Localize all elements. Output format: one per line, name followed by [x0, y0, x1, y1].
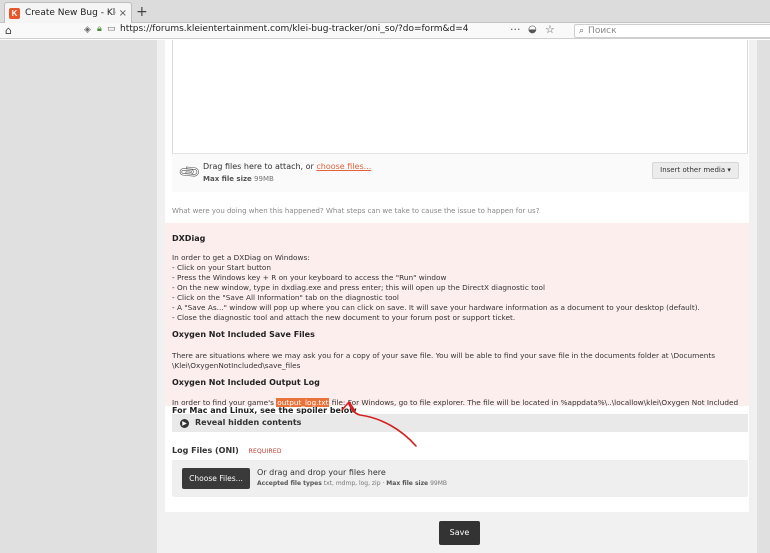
dxdiag-heading: DXDiag [172, 234, 206, 243]
content-column: 📎︎ Drag files here to attach, or choose … [157, 40, 757, 553]
bug-form: 📎︎ Drag files here to attach, or choose … [165, 40, 749, 512]
address-field[interactable]: https://forums.kleientertainment.com/kle… [120, 24, 469, 34]
insert-other-media-button[interactable]: Insert other media ▾ [652, 162, 739, 179]
choose-files-link[interactable]: choose files... [316, 162, 371, 171]
accepted-label: Accepted file types [257, 480, 322, 487]
accepted-file-types: Accepted file types txt, mdmp, log, zip … [257, 480, 447, 487]
tab-bar: K Create New Bug - Klei En × + [0, 0, 770, 23]
reveal-label: Reveal hidden contents [195, 418, 302, 427]
save-files-heading: Oxygen Not Included Save Files [172, 330, 315, 339]
log-files-label: Log Files (ONI) REQUIRED [172, 446, 282, 455]
page: 📎︎ Drag files here to attach, or choose … [0, 40, 770, 553]
home-icon[interactable]: ⌂ [5, 24, 12, 37]
dxdiag-line: - Click on the "Save All Information" ta… [172, 293, 399, 302]
tab-close-icon[interactable]: × [119, 8, 127, 19]
dxdiag-line: - Click on your Start button [172, 263, 272, 272]
dropzone-text: Or drag and drop your files here [257, 468, 386, 477]
steps-question: What were you doing when this happened? … [172, 207, 540, 215]
chevron-right-icon: ▶ [180, 419, 189, 428]
new-tab-button[interactable]: + [136, 3, 148, 21]
tab-title: Create New Bug - Klei En [25, 8, 116, 18]
info-panel: DXDiag In order to get a DXDiag on Windo… [165, 223, 749, 407]
shield-icon[interactable]: ◈ [84, 25, 91, 35]
attachment-area[interactable]: 📎︎ Drag files here to attach, or choose … [172, 153, 748, 192]
save-files-path: \Klei\OxygenNotIncluded\save_files [172, 361, 301, 370]
separator: · [382, 480, 385, 487]
dropzone-max-label: Max file size [386, 480, 429, 487]
dxdiag-line: - Press the Windows key + R on your keyb… [172, 273, 447, 282]
required-badge: REQUIRED [248, 448, 282, 455]
klei-favicon-icon: K [9, 7, 20, 19]
attach-max-size: Max file size 99MB [203, 175, 274, 183]
dxdiag-line: - On the new window, type in dxdiag.exe … [172, 283, 545, 292]
attach-instructions: Drag files here to attach, or choose fil… [203, 162, 371, 171]
url-bar: ⌂ ◈ 🔒︎ ▭ https://forums.kleientertainmen… [0, 23, 770, 39]
pocket-icon[interactable]: ◒ [528, 24, 537, 35]
search-icon: ⌕ [579, 26, 585, 36]
log-files-dropzone[interactable]: Choose Files... Or drag and drop your fi… [172, 460, 748, 497]
search-input[interactable]: ⌕ Поиск [574, 24, 770, 38]
lock-icon[interactable]: 🔒︎ [97, 24, 102, 34]
attach-max-label: Max file size [203, 175, 252, 183]
left-gutter [0, 40, 157, 553]
output-log-post: file: For Windows, go to file explorer. … [331, 398, 739, 407]
output-log-heading: Oxygen Not Included Output Log [172, 378, 320, 387]
choose-files-button[interactable]: Choose Files... [182, 468, 250, 489]
dxdiag-line: In order to get a DXDiag on Windows: [172, 253, 310, 262]
right-gutter [757, 40, 770, 553]
accepted-value: txt, mdmp, log, zip [323, 480, 381, 487]
dxdiag-line: - Close the diagnostic tool and attach t… [172, 313, 516, 322]
reveal-hidden-contents-button[interactable]: ▶ Reveal hidden contents [172, 414, 748, 432]
save-button[interactable]: Save [439, 521, 480, 545]
tab-create-new-bug[interactable]: K Create New Bug - Klei En × [4, 2, 132, 23]
bookmark-star-icon[interactable]: ☆ [545, 23, 555, 36]
paperclip-icon: 📎︎ [176, 158, 203, 186]
search-placeholder: Поиск [588, 26, 617, 36]
permissions-icon[interactable]: ▭ [107, 24, 116, 34]
dxdiag-line: - A "Save As..." window will pop up wher… [172, 303, 700, 312]
attach-text: Drag files here to attach, or [203, 162, 314, 171]
dropzone-max-value: 99MB [430, 480, 447, 487]
log-files-title: Log Files (ONI) [172, 446, 239, 455]
page-actions-icon[interactable]: ··· [510, 23, 521, 36]
attach-max-value: 99MB [254, 175, 274, 183]
save-files-line: There are situations where we may ask yo… [172, 351, 716, 360]
